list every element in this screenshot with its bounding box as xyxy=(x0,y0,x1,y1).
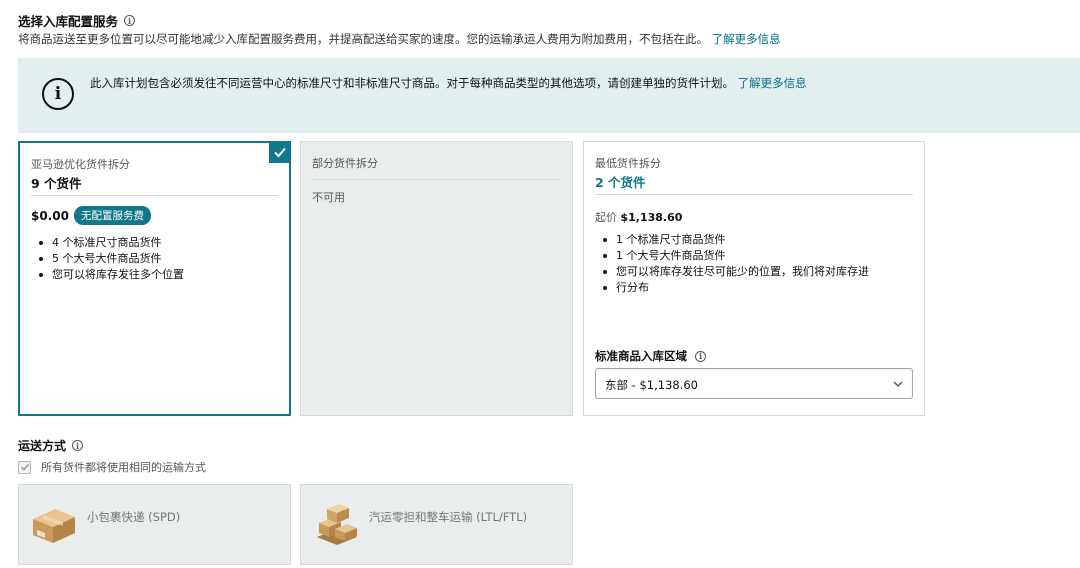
divider xyxy=(595,194,913,195)
option-card-amazon-optimized[interactable]: 亚马逊优化货件拆分 9 个货件 $0.00 无配置服务费 4 个标准尺寸商品货件… xyxy=(18,141,291,416)
learn-more-link[interactable]: 了解更多信息 xyxy=(712,32,781,46)
option-details-list: 4 个标准尺寸商品货件 5 个大号大件商品货件 您可以将库存发往多个位置 xyxy=(39,235,184,283)
section-description-text: 将商品运送至更多位置可以尽可能地减少入库配置服务费用，并提高配送给买家的速度。您… xyxy=(18,32,708,46)
checkmark-icon xyxy=(269,141,291,163)
option-label: 部分货件拆分 xyxy=(312,157,378,170)
shipping-header: 运送方式 i xyxy=(18,437,84,454)
option-label: 最低货件拆分 xyxy=(595,157,661,170)
info-alert: i 此入库计划包含必须发往不同运营中心的标准尺寸和非标准尺寸商品。对于每种商品类… xyxy=(18,58,1080,133)
same-method-label: 所有货件都将使用相同的运输方式 xyxy=(41,461,206,474)
list-item: 5 个大号大件商品货件 xyxy=(39,251,184,267)
list-item-continuation: 行分布 xyxy=(603,280,869,296)
list-item: 您可以将库存发往尽可能少的位置，我们将对库存进 xyxy=(603,265,869,278)
section-title: 选择入库配置服务 xyxy=(18,14,119,29)
info-icon[interactable]: i xyxy=(72,440,84,451)
option-shipment-count: 9 个货件 xyxy=(31,176,82,191)
region-label: 标准商品入库区域 xyxy=(595,349,687,363)
shipping-method-label: 小包裹快递 (SPD) xyxy=(87,510,181,524)
section-description: 将商品运送至更多位置可以尽可能地减少入库配置服务费用，并提高配送给买家的速度。您… xyxy=(18,31,781,47)
list-item: 1 个大号大件商品货件 xyxy=(603,248,869,264)
divider xyxy=(312,179,561,180)
alert-text: 此入库计划包含必须发往不同运营中心的标准尺寸和非标准尺寸商品。对于每种商品类型的… xyxy=(90,76,734,90)
divider xyxy=(31,195,278,196)
option-shipment-count: 2 个货件 xyxy=(595,175,646,190)
option-price: $0.00 xyxy=(31,208,69,223)
alert-message: 此入库计划包含必须发往不同运营中心的标准尺寸和非标准尺寸商品。对于每种商品类型的… xyxy=(90,75,807,91)
option-status: 不可用 xyxy=(312,191,345,204)
option-label: 亚马逊优化货件拆分 xyxy=(31,158,130,171)
alert-learn-more-link[interactable]: 了解更多信息 xyxy=(738,76,807,90)
option-details-list: 1 个标准尺寸商品货件 1 个大号大件商品货件 您可以将库存发往尽可能少的位置，… xyxy=(603,232,869,296)
region-select[interactable]: 东部 - $1,138.60 xyxy=(595,368,913,399)
shipping-method-ltl[interactable]: 汽运零担和整车运输 (LTL/FTL) xyxy=(300,484,573,565)
price-row: $0.00 无配置服务费 xyxy=(31,206,151,225)
region-select-value: 东部 - $1,138.60 xyxy=(605,378,698,392)
option-card-minimal-split[interactable]: 最低货件拆分 2 个货件 起价 $1,138.60 1 个标准尺寸商品货件 1 … xyxy=(583,141,925,416)
starting-price: 起价 $1,138.60 xyxy=(595,209,682,225)
option-card-partial-split: 部分货件拆分 不可用 xyxy=(300,141,573,416)
list-item: 4 个标准尺寸商品货件 xyxy=(39,235,184,251)
section-header: 选择入库配置服务 i xyxy=(18,11,136,30)
fee-badge: 无配置服务费 xyxy=(73,206,151,225)
starting-price-value: $1,138.60 xyxy=(620,211,683,224)
same-method-checkbox[interactable] xyxy=(18,460,31,474)
pallet-icon xyxy=(317,504,357,545)
same-method-row: 所有货件都将使用相同的运输方式 xyxy=(18,459,206,475)
region-label-row: 标准商品入库区域 i xyxy=(595,348,706,364)
info-circle-icon: i xyxy=(42,78,74,110)
shipping-title: 运送方式 xyxy=(18,439,67,453)
starting-label: 起价 xyxy=(595,211,617,224)
chevron-down-icon xyxy=(893,381,903,387)
box-icon xyxy=(33,509,75,543)
list-item-continuation-text: 行分布 xyxy=(616,281,649,294)
list-item: 1 个标准尺寸商品货件 xyxy=(603,232,869,248)
shipping-method-label: 汽运零担和整车运输 (LTL/FTL) xyxy=(369,510,528,524)
info-icon[interactable]: i xyxy=(695,350,706,362)
list-item: 您可以将库存发往多个位置 xyxy=(39,268,184,281)
info-icon[interactable]: i xyxy=(124,15,136,26)
shipping-method-spd[interactable]: 小包裹快递 (SPD) xyxy=(18,484,291,565)
